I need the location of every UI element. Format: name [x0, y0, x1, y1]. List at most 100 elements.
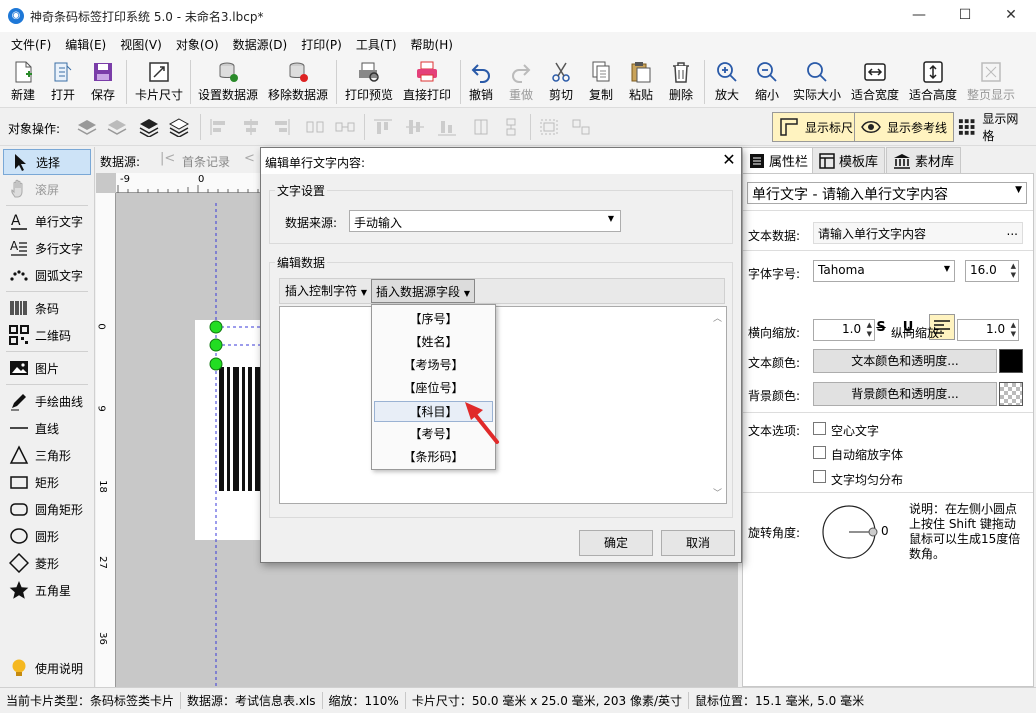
bg-color-button[interactable]: 背景颜色和透明度...: [813, 382, 997, 406]
minimize-icon[interactable]: —: [896, 0, 942, 32]
tool-single-text[interactable]: A 单行文字: [3, 208, 91, 234]
redo-button[interactable]: 重做: [504, 60, 538, 104]
source-select[interactable]: 手动输入 ▼: [349, 210, 621, 232]
show-grid-toggle[interactable]: 显示网格: [950, 112, 1036, 143]
align-right-icon[interactable]: [270, 117, 292, 137]
same-width-icon[interactable]: [470, 117, 492, 137]
paste-button[interactable]: 粘贴: [624, 60, 658, 104]
insert-control-char-button[interactable]: 插入控制字符 ▼: [283, 282, 369, 299]
ungroup-icon[interactable]: [570, 117, 592, 137]
save-button[interactable]: 保存: [86, 60, 120, 104]
text-color-swatch[interactable]: [999, 349, 1023, 373]
group-icon[interactable]: [538, 117, 560, 137]
show-guides-toggle[interactable]: 显示参考线: [854, 112, 955, 142]
align-middle-icon[interactable]: [404, 117, 426, 137]
field-item-barcode[interactable]: 【条形码】: [374, 447, 493, 468]
ok-button[interactable]: 确定: [579, 530, 653, 556]
hollow-text-checkbox[interactable]: [813, 422, 826, 435]
tool-image[interactable]: 图片: [3, 355, 91, 381]
menu-print[interactable]: 打印(P): [294, 36, 349, 53]
direct-print-button[interactable]: 直接打印: [400, 60, 454, 104]
field-item-name[interactable]: 【姓名】: [374, 332, 493, 353]
menu-edit[interactable]: 编辑(E): [58, 36, 113, 53]
dialog-close-icon[interactable]: ✕: [719, 150, 739, 170]
more-button[interactable]: ...: [1007, 224, 1018, 238]
resize-handle[interactable]: [209, 357, 223, 371]
bg-color-swatch[interactable]: [999, 382, 1023, 406]
show-ruler-toggle[interactable]: 显示标尺: [772, 112, 861, 142]
text-data-field[interactable]: 请输入单行文字内容 ...: [813, 222, 1023, 244]
tool-rect[interactable]: 矩形: [3, 469, 91, 495]
insert-datasource-field-button[interactable]: 插入数据源字段 ▼: [371, 279, 475, 303]
tool-freehand[interactable]: 手绘曲线: [3, 388, 91, 414]
menu-datasource[interactable]: 数据源(D): [226, 36, 295, 53]
field-item-serial[interactable]: 【序号】: [374, 309, 493, 330]
scroll-up-icon[interactable]: ︿: [713, 311, 722, 324]
spinner-arrows-icon[interactable]: ▲ ▼: [1011, 262, 1016, 280]
delete-button[interactable]: 删除: [664, 60, 698, 104]
resize-handle[interactable]: [209, 320, 223, 334]
align-bottom-icon[interactable]: [436, 117, 458, 137]
menu-help[interactable]: 帮助(H): [404, 36, 460, 53]
print-preview-button[interactable]: 打印预览: [342, 60, 396, 104]
object-selector[interactable]: 单行文字 - 请输入单行文字内容 ▼: [747, 182, 1027, 204]
menu-object[interactable]: 对象(O): [169, 36, 226, 53]
auto-scale-checkbox[interactable]: [813, 446, 826, 459]
tab-properties[interactable]: 属性栏: [742, 147, 816, 173]
spinner-arrows-icon[interactable]: ▲ ▼: [1011, 321, 1016, 339]
cancel-button[interactable]: 取消: [661, 530, 735, 556]
distribute-v-icon[interactable]: [334, 117, 356, 137]
same-height-icon[interactable]: [500, 117, 522, 137]
font-size-stepper[interactable]: 16.0 ▲ ▼: [965, 260, 1019, 282]
even-distribute-checkbox[interactable]: [813, 470, 826, 483]
field-item-room[interactable]: 【考场号】: [374, 355, 493, 376]
scroll-down-icon[interactable]: ﹀: [713, 486, 722, 499]
align-left-icon[interactable]: [208, 117, 230, 137]
menu-view[interactable]: 视图(V): [113, 36, 169, 53]
actual-size-button[interactable]: 实际大小: [790, 60, 844, 104]
tool-barcode[interactable]: 条码: [3, 295, 91, 321]
set-datasource-button[interactable]: 设置数据源: [196, 60, 260, 104]
zoom-out-button[interactable]: 缩小: [750, 60, 784, 104]
hscale-stepper[interactable]: 1.0 ▲ ▼: [813, 319, 875, 341]
tool-scroll[interactable]: 滚屏: [3, 176, 91, 202]
tool-diamond[interactable]: 菱形: [3, 550, 91, 576]
full-page-button[interactable]: 整页显示: [964, 60, 1018, 104]
tool-line[interactable]: 直线: [3, 415, 91, 441]
menu-tools[interactable]: 工具(T): [349, 36, 404, 53]
barcode-object[interactable]: [219, 367, 261, 491]
remove-datasource-button[interactable]: 移除数据源: [266, 60, 330, 104]
vscale-stepper[interactable]: 1.0 ▲ ▼: [957, 319, 1019, 341]
tool-help[interactable]: 使用说明: [3, 655, 91, 681]
tool-star[interactable]: 五角星: [3, 577, 91, 603]
cut-button[interactable]: 剪切: [544, 60, 578, 104]
tool-qrcode[interactable]: 二维码: [3, 322, 91, 348]
tool-arc-text[interactable]: 圆弧文字: [3, 262, 91, 288]
copy-button[interactable]: 复制: [584, 60, 618, 104]
align-center-icon[interactable]: [240, 117, 262, 137]
open-button[interactable]: 打开: [46, 60, 80, 104]
tool-multi-text[interactable]: A 多行文字: [3, 235, 91, 261]
card-size-button[interactable]: 卡片尺寸: [132, 60, 186, 104]
new-button[interactable]: 新建: [6, 60, 40, 104]
font-family-select[interactable]: Tahoma ▼: [813, 260, 955, 282]
close-icon[interactable]: ✕: [988, 0, 1034, 32]
rotation-handle[interactable]: [868, 527, 878, 537]
tool-roundrect[interactable]: 圆角矩形: [3, 496, 91, 522]
first-record-icon[interactable]: |<: [160, 151, 175, 166]
spinner-arrows-icon[interactable]: ▲ ▼: [867, 321, 872, 339]
layer-top-icon[interactable]: [138, 117, 160, 137]
zoom-in-button[interactable]: 放大: [710, 60, 744, 104]
fit-height-button[interactable]: 适合高度: [906, 60, 960, 104]
layer-down-icon[interactable]: [106, 117, 128, 137]
tab-materials[interactable]: 素材库: [886, 147, 962, 173]
tool-circle[interactable]: 圆形: [3, 523, 91, 549]
maximize-icon[interactable]: ☐: [942, 0, 988, 32]
layer-bottom-icon[interactable]: [168, 117, 190, 137]
first-record-button[interactable]: 首条记录: [182, 153, 230, 170]
tab-templates[interactable]: 模板库: [812, 147, 886, 173]
resize-handle[interactable]: [209, 338, 223, 352]
undo-button[interactable]: 撤销: [464, 60, 498, 104]
distribute-h-icon[interactable]: [304, 117, 326, 137]
tool-triangle[interactable]: 三角形: [3, 442, 91, 468]
